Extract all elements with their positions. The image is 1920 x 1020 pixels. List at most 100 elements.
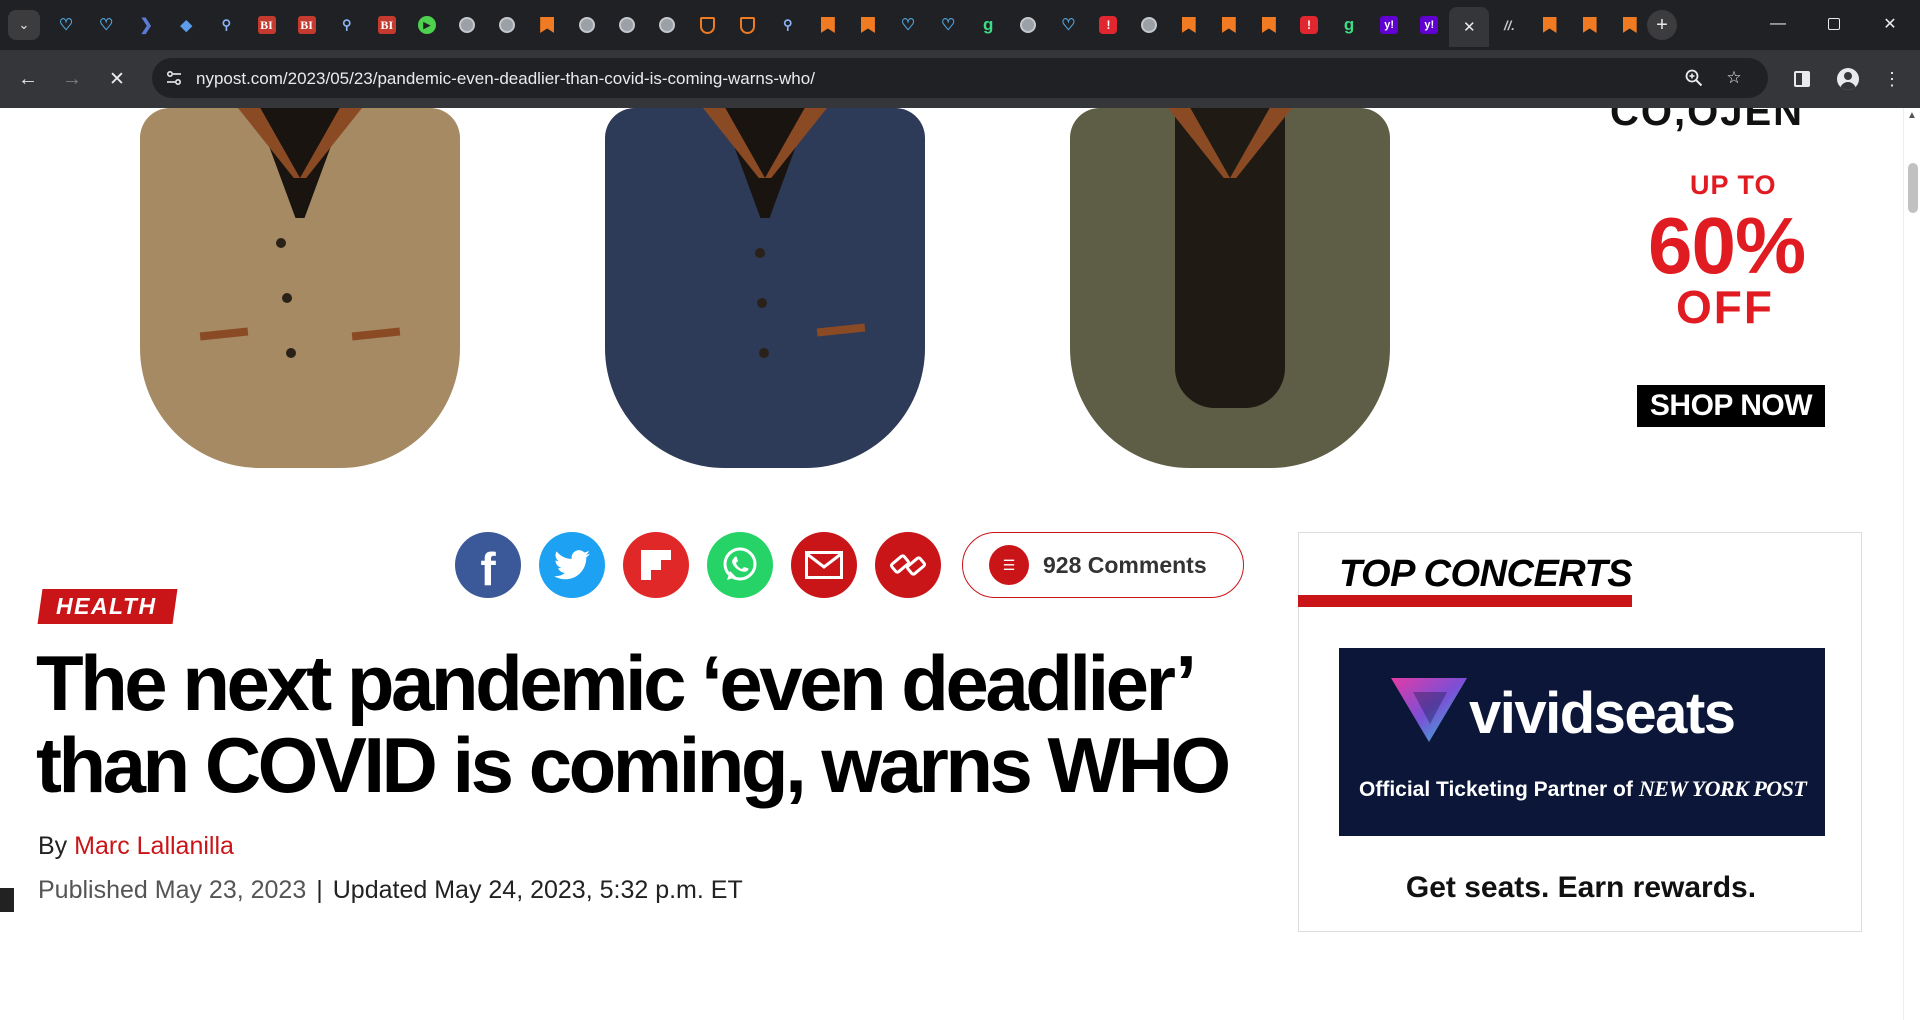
address-bar[interactable]: nypost.com/2023/05/23/pandemic-even-dead… bbox=[152, 58, 1768, 98]
browser-tab[interactable] bbox=[1209, 6, 1249, 44]
published-date: Published May 23, 2023 bbox=[38, 876, 307, 904]
browser-tab[interactable]: ♡ bbox=[928, 6, 968, 44]
url-text[interactable]: nypost.com/2023/05/23/pandemic-even-dead… bbox=[196, 69, 815, 89]
browser-tab[interactable]: ▶ bbox=[407, 6, 447, 44]
comments-button[interactable]: ☰ 928 Comments bbox=[962, 532, 1244, 598]
browser-tab[interactable] bbox=[647, 6, 687, 44]
bookmark-icon bbox=[1181, 17, 1196, 33]
section-tag[interactable]: HEALTH bbox=[37, 589, 178, 624]
back-button[interactable]: ← bbox=[12, 63, 44, 95]
scrollbar-thumb[interactable] bbox=[1908, 163, 1918, 213]
chevron-down-icon: ⌄ bbox=[18, 17, 30, 32]
whatsapp-share-button[interactable] bbox=[707, 532, 773, 598]
browser-tab[interactable]: BI bbox=[287, 6, 327, 44]
browser-tab[interactable] bbox=[1610, 6, 1650, 44]
globe-icon bbox=[1020, 17, 1037, 33]
side-panel-icon[interactable] bbox=[1786, 63, 1818, 95]
new-tab-button[interactable]: + bbox=[1647, 10, 1677, 40]
scroll-up-arrow-icon[interactable]: ▲ bbox=[1907, 110, 1917, 121]
search-icon: ⚲ bbox=[221, 17, 232, 32]
title-underline bbox=[1298, 595, 1632, 607]
browser-tab[interactable] bbox=[808, 6, 848, 44]
bookmark-icon bbox=[1542, 17, 1557, 33]
tab-search-button[interactable]: ⌄ bbox=[8, 10, 40, 40]
search-icon: ⚲ bbox=[341, 17, 352, 32]
arrow-left-icon: ← bbox=[18, 67, 38, 90]
twitter-share-button[interactable] bbox=[539, 532, 605, 598]
vividseats-logo-icon bbox=[1391, 678, 1467, 742]
comments-count: 928 Comments bbox=[1043, 551, 1207, 578]
tab-active[interactable]: ✕ bbox=[1449, 7, 1490, 47]
globe-icon bbox=[659, 17, 676, 33]
yahoo-icon: y! bbox=[1420, 16, 1439, 34]
browser-tab[interactable]: ♡ bbox=[1048, 6, 1088, 44]
plus-icon: + bbox=[1656, 13, 1668, 36]
browser-tab[interactable] bbox=[527, 6, 567, 44]
search-icon: ⚲ bbox=[782, 17, 793, 32]
page-scrollbar[interactable]: ▲ bbox=[1903, 108, 1920, 1020]
browser-tab[interactable] bbox=[728, 6, 768, 44]
vividseats-banner[interactable]: vividseats Official Ticketing Partner of… bbox=[1339, 648, 1825, 836]
browser-tab[interactable]: y! bbox=[1409, 6, 1449, 44]
concerts-cta: Get seats. Earn rewards. bbox=[1405, 871, 1757, 904]
flipboard-share-button[interactable] bbox=[623, 532, 689, 598]
browser-tab[interactable]: BI bbox=[367, 6, 407, 44]
browser-tab[interactable] bbox=[1169, 6, 1209, 44]
browser-tab[interactable] bbox=[1570, 6, 1610, 44]
globe-icon bbox=[1140, 17, 1157, 33]
close-window-button[interactable]: ✕ bbox=[1870, 8, 1910, 40]
forward-button[interactable]: → bbox=[56, 63, 88, 95]
globe-icon bbox=[499, 17, 516, 33]
facebook-share-button[interactable]: f bbox=[455, 532, 521, 598]
heart-monitor-icon: ♡ bbox=[58, 17, 74, 34]
profile-avatar-icon[interactable] bbox=[1832, 63, 1864, 95]
minimize-button[interactable]: — bbox=[1758, 8, 1798, 40]
article-dates: Published May 23, 2023 | Updated May 24, 2… bbox=[38, 876, 743, 905]
browser-tab[interactable]: ♡ bbox=[888, 6, 928, 44]
browser-tab[interactable]: ! bbox=[1289, 6, 1329, 44]
globe-icon bbox=[579, 17, 596, 33]
flipboard-icon bbox=[641, 550, 671, 580]
browser-tab[interactable]: BI bbox=[246, 6, 286, 44]
browser-tab[interactable]: //. bbox=[1489, 6, 1529, 44]
close-icon: ✕ bbox=[109, 68, 125, 90]
page-viewport: CO,OJEN UP TO 60% OFF SHOP NOW f ☰ 928 C… bbox=[0, 108, 1920, 1020]
browser-tab[interactable] bbox=[1129, 6, 1169, 44]
browser-tab[interactable] bbox=[567, 6, 607, 44]
browser-tab[interactable]: ♡ bbox=[86, 6, 126, 44]
browser-tab[interactable]: ⚲ bbox=[768, 6, 808, 44]
browser-tab[interactable]: ♡ bbox=[46, 6, 86, 44]
browser-tab[interactable] bbox=[607, 6, 647, 44]
browser-tab[interactable]: ❯ bbox=[126, 6, 166, 44]
close-icon[interactable]: ✕ bbox=[1463, 18, 1476, 36]
browser-tab[interactable]: ⚲ bbox=[327, 6, 367, 44]
zoom-icon[interactable] bbox=[1682, 66, 1706, 90]
browser-tab[interactable] bbox=[848, 6, 888, 44]
browser-tab[interactable] bbox=[487, 6, 527, 44]
browser-tab[interactable] bbox=[1529, 6, 1569, 44]
site-info-icon[interactable] bbox=[162, 66, 186, 90]
heart-monitor-icon: ♡ bbox=[900, 17, 916, 34]
browser-tab[interactable] bbox=[1008, 6, 1048, 44]
restore-icon bbox=[1828, 18, 1840, 30]
bookmark-icon bbox=[1622, 17, 1637, 33]
browser-tab[interactable] bbox=[1249, 6, 1289, 44]
stop-loading-button[interactable]: ✕ bbox=[101, 63, 133, 95]
browser-tab[interactable]: g bbox=[1329, 6, 1369, 44]
copy-link-button[interactable] bbox=[875, 532, 941, 598]
browser-tab[interactable]: ⚲ bbox=[206, 6, 246, 44]
top-concerts-widget: TOP CONCERTS vividseats Official Ticketi… bbox=[1298, 532, 1862, 932]
author-link[interactable]: Marc Lallanilla bbox=[74, 832, 234, 860]
browser-tab[interactable]: g bbox=[968, 6, 1008, 44]
browser-tab[interactable] bbox=[447, 6, 487, 44]
browser-tab[interactable]: ! bbox=[1088, 6, 1128, 44]
browser-tab[interactable]: y! bbox=[1369, 6, 1409, 44]
twitter-icon bbox=[554, 550, 590, 580]
browser-tab[interactable]: ◆ bbox=[166, 6, 206, 44]
bookmark-star-icon[interactable]: ☆ bbox=[1722, 66, 1746, 90]
browser-tab[interactable] bbox=[688, 6, 728, 44]
restore-button[interactable] bbox=[1814, 8, 1854, 40]
tab-strip: ⌄ ♡ ♡ ❯ ◆ ⚲ BI BI ⚲ BI ▶ ⚲ ♡ ♡ g ♡!! g y! y! ✕ //. + — ✕ bbox=[0, 0, 1920, 50]
kebab-menu-icon[interactable]: ⋮ bbox=[1876, 63, 1908, 95]
email-share-button[interactable] bbox=[791, 532, 857, 598]
